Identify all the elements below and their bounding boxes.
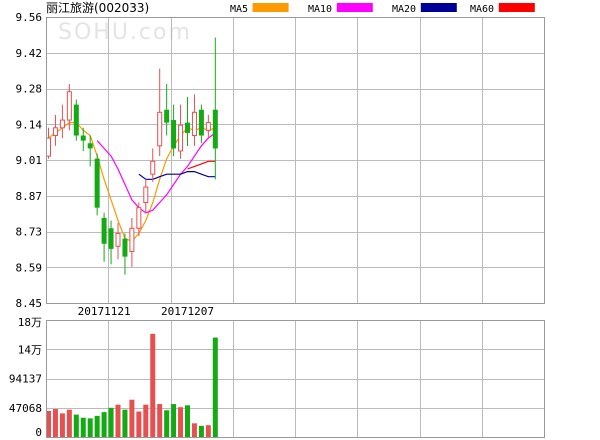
volume-bar [101, 412, 107, 437]
volume-bar [66, 409, 72, 437]
volume-bar [73, 414, 79, 437]
volume-bar [94, 415, 100, 437]
candle-body [66, 91, 72, 121]
volume-tick-label: 47068 [9, 402, 42, 415]
legend-label: MA20 [392, 4, 416, 15]
price-axis: 9.56 9.42 9.28 9.14 9.01 8.87 8.73 8.59 8.45 [16, 11, 43, 310]
candle-body [171, 120, 177, 149]
candle-body [73, 104, 79, 136]
candle-body [122, 238, 128, 257]
legend-swatch [252, 3, 289, 12]
candle-body [80, 135, 86, 141]
candle-body [150, 160, 156, 175]
legend-label: MA60 [470, 4, 494, 15]
legend: MA5 MA10 MA20 MA60 [230, 3, 535, 15]
volume-bar [191, 423, 197, 437]
price-tick-label: 8.45 [16, 297, 43, 310]
volume-bar [157, 404, 163, 437]
legend-swatch [420, 3, 457, 12]
date-axis: 20171121 20171207 [78, 305, 214, 318]
candle-body [101, 217, 107, 244]
price-tick-label: 9.01 [16, 154, 43, 167]
volume-bar [115, 404, 121, 437]
candle-body [185, 122, 190, 133]
candle-body [205, 122, 211, 131]
volume-tick-label: 94137 [9, 373, 42, 386]
candle-body [115, 232, 121, 247]
candle-body [198, 109, 204, 136]
candle-body [108, 228, 114, 249]
volume-bar [136, 411, 142, 437]
candle-body [157, 111, 163, 147]
price-tick-label: 8.73 [16, 226, 43, 239]
volume-bar [129, 399, 135, 437]
date-label: 20171207 [161, 305, 214, 318]
volume-axis: 18万 14万 94137 47068 0 [9, 316, 42, 439]
legend-label: MA5 [230, 4, 248, 15]
volume-tick-label: 0 [35, 426, 42, 439]
candle-body [87, 143, 93, 149]
legend-swatch [498, 3, 535, 12]
price-tick-label: 9.56 [16, 11, 43, 24]
volume-bar [122, 409, 128, 437]
volume-bar [80, 417, 86, 437]
volume-bar [171, 404, 177, 437]
volume-bar [59, 413, 65, 437]
volume-bar [205, 425, 211, 437]
ma-line-ma60 [187, 160, 216, 170]
volume-bar [164, 410, 170, 437]
legend-swatch [336, 3, 373, 12]
price-tick-label: 9.42 [16, 47, 43, 60]
volume-bar [87, 418, 93, 437]
candle-body [191, 111, 197, 137]
candle-body [59, 119, 65, 129]
volume-bar [212, 337, 218, 437]
candle-body [46, 137, 51, 157]
candle-body [52, 127, 58, 137]
price-tick-label: 9.14 [16, 118, 43, 131]
volume-bar [143, 404, 149, 437]
volume-bar [198, 425, 204, 437]
volume-tick-label: 14万 [18, 343, 42, 356]
candlesticks [46, 37, 218, 275]
price-tick-label: 8.87 [16, 190, 43, 203]
volume-tick-label: 18万 [18, 316, 42, 329]
legend-label: MA10 [308, 4, 332, 15]
date-label: 20171121 [78, 305, 131, 318]
volume-bar [150, 333, 156, 437]
candle-body [212, 109, 218, 149]
price-tick-label: 9.28 [16, 83, 43, 96]
candle-body [143, 186, 149, 204]
price-tick-label: 8.59 [16, 261, 43, 274]
candle-body [136, 207, 142, 229]
candle-body [178, 124, 184, 152]
stock-chart: SOHU.com 丽江旅游(002033) MA5 MA10 MA20 MA60 9.… [9, 1, 545, 439]
candle-body [129, 227, 135, 252]
candle-body [164, 109, 170, 123]
volume-bar [185, 405, 190, 437]
volume-bar [108, 407, 114, 437]
volume-bar [52, 409, 58, 437]
volume-bar [178, 407, 184, 437]
candle-body [94, 158, 100, 208]
chart-title: 丽江旅游(002033) [46, 1, 149, 15]
